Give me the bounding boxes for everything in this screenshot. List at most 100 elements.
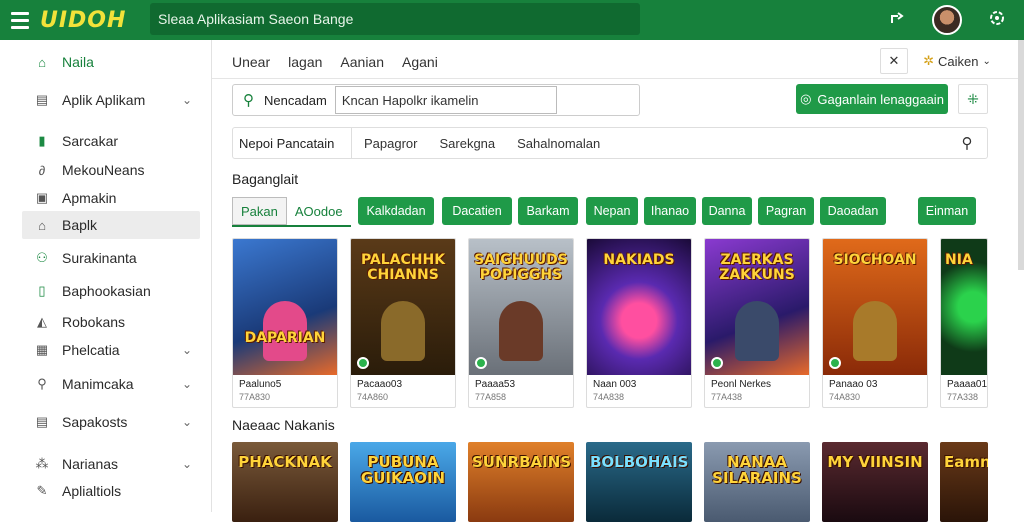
game-card[interactable]: PALACHHK CHIANNS Pacaao03 74A860 (350, 238, 456, 408)
app-logo[interactable]: UIDOH (40, 8, 140, 33)
sidebar-item-manimcaka[interactable]: ⚲ Manimcaka ⌄ (22, 370, 200, 398)
game-card[interactable]: Eamna (940, 442, 988, 522)
chip-barkam[interactable]: Barkam (518, 197, 578, 225)
main-content: Unear lagan Aanian Agani ✕ ✲ Caiken ⌄ ⚲ … (212, 40, 1024, 522)
game-cover: DAPARIAN (233, 239, 337, 375)
game-title: PHACKNAK (238, 453, 332, 471)
tab-agani[interactable]: Agani (402, 54, 438, 70)
segment-pakan[interactable]: Pakan (232, 197, 287, 225)
game-card[interactable]: NAKIADS Naan 003 74A838 (586, 238, 692, 408)
game-card[interactable]: PHACKNAK (232, 442, 338, 522)
sidebar-item-mekouneans[interactable]: ∂ MekouNeans (22, 156, 200, 184)
tab-lagan[interactable]: lagan (288, 54, 322, 70)
chip-daoadan[interactable]: Daoadan (820, 197, 886, 225)
box-icon: ▣ (35, 190, 49, 205)
game-name: Paaaa015 (947, 379, 988, 390)
character-figure (853, 301, 897, 361)
tab-unear[interactable]: Unear (232, 54, 270, 70)
game-cover: NIA (941, 239, 987, 375)
pin-icon[interactable]: ✕ (880, 48, 908, 74)
view-toggle-button[interactable]: ⁜ (958, 84, 988, 114)
game-icon: ⁂ (35, 456, 49, 471)
game-card[interactable]: SUNRBAINS (468, 442, 574, 522)
filter-option[interactable]: Papagror (364, 136, 417, 151)
sidebar-item-label: Sapakosts (62, 414, 128, 430)
user-menu-button[interactable]: ✲ Caiken ⌄ (916, 48, 998, 74)
chip-nepan[interactable]: Nepan (586, 197, 638, 225)
chevron-down-icon: ⌄ (982, 55, 991, 67)
document-icon: ▯ (38, 283, 46, 298)
sidebar-item-apps[interactable]: ▤ Aplik Aplikam ⌄ (22, 86, 200, 114)
chip-danna[interactable]: Danna (702, 197, 752, 225)
sidebar-item-robokans[interactable]: ◭ Robokans (22, 308, 200, 336)
user-label: Caiken (938, 53, 979, 69)
character-figure (735, 301, 779, 361)
game-name: Panaao 03 (829, 379, 878, 390)
game-title: MY VIINSIN (827, 453, 923, 471)
game-title: NAKIADS (603, 252, 675, 268)
sidebar-item-phelcatia[interactable]: ▦ Phelcatia ⌄ (22, 336, 200, 364)
sidebar-item-baphookasian[interactable]: ▯ Baphookasian (22, 277, 200, 305)
avatar[interactable] (932, 5, 962, 35)
game-meta: 74A860 (357, 392, 389, 402)
sidebar-item-narianas[interactable]: ⁂ Narianas ⌄ (22, 450, 200, 478)
grid-icon: ▦ (35, 342, 49, 357)
game-card[interactable]: MY VIINSIN (822, 442, 928, 522)
menu-icon[interactable] (0, 0, 40, 40)
game-title: PUBUNA GUIKAOIN (360, 453, 446, 487)
status-badge (711, 357, 723, 369)
sidebar-item-home[interactable]: ⌂ Naila (22, 48, 200, 76)
game-meta: 77A438 (711, 392, 743, 402)
chip-ihanao[interactable]: Ihanao (644, 197, 696, 225)
search-input[interactable]: ⚲ Nencadam Kncan Hapolkr ikamelin (232, 84, 640, 116)
scrollbar[interactable] (1018, 40, 1024, 270)
sidebar-item-sapakosts[interactable]: ▤ Sapakosts ⌄ (22, 408, 200, 436)
chip-kalkdadan[interactable]: Kalkdadan (358, 197, 434, 225)
game-card[interactable]: SAIGHUUDS POPIGGHS Paaaa53 77A858 (468, 238, 574, 408)
game-meta: 77A338 (947, 392, 979, 402)
game-card[interactable]: NANAA SILARAINS (704, 442, 810, 522)
segment-aoodoe[interactable]: AOodoe (287, 197, 351, 225)
game-card[interactable]: SIOCHOAN Panaao 03 74A830 (822, 238, 928, 408)
sidebar-item-label: Aplialtiols (62, 483, 122, 499)
sidebar-item-surakinanta[interactable]: ⚇ Surakinanta (22, 244, 200, 272)
home-icon: ⌂ (38, 217, 46, 233)
game-card[interactable]: PUBUNA GUIKAOIN (350, 442, 456, 522)
chevron-down-icon: ⌄ (181, 415, 192, 429)
game-name: Paaaa53 (475, 379, 516, 390)
sidebar-item-apmakin[interactable]: ▣ Apmakin (22, 184, 200, 212)
search-label: Nencadam (264, 92, 327, 108)
section-title: Baganglait (232, 171, 299, 187)
home-icon: ⌂ (38, 54, 46, 70)
primary-action-button[interactable]: ◎ Gaganlain lenaggaain (796, 84, 948, 114)
search-icon[interactable]: ⚲ (947, 134, 987, 152)
sidebar-item-label: Baphookasian (62, 283, 151, 299)
sidebar-item-label: Aplik Aplikam (62, 92, 146, 108)
top-search-field[interactable]: Sleaa Aplikasiam Saeon Bange (150, 3, 640, 35)
filter-option[interactable]: Sarekgna (439, 136, 495, 151)
game-name: Pacaao03 (357, 379, 403, 390)
filter-label: Nepoi Pancatain (239, 135, 335, 151)
sidebar-item-baplk[interactable]: ⌂ Baplk (22, 211, 200, 239)
filter-bar: Nepoi Pancatain Papagror Sarekgna Sahaln… (232, 127, 988, 159)
sidebar-item-aplialtiols[interactable]: ✎ Aplialtiols (22, 477, 200, 505)
chevron-down-icon: ⌄ (181, 93, 192, 107)
tab-aanian[interactable]: Aanian (340, 54, 384, 70)
filter-option[interactable]: Sahalnomalan (517, 136, 600, 151)
chart-icon: ◭ (37, 314, 47, 329)
share-icon[interactable] (884, 10, 910, 31)
chip-dacatien[interactable]: Dacatien (442, 197, 512, 225)
settings-icon[interactable] (984, 9, 1010, 32)
chip-einman[interactable]: Einman (918, 197, 976, 225)
sidebar-item-sarcakar[interactable]: ▮ Sarcakar (22, 127, 200, 155)
game-card[interactable]: ZAERKAS ZAKKUNS Peonl Nerkes 77A438 (704, 238, 810, 408)
game-card[interactable]: DAPARIAN Paaluno5 77A830 (232, 238, 338, 408)
sidebar-item-label: MekouNeans (62, 162, 145, 178)
game-card[interactable]: NIA Paaaa015 77A338 (940, 238, 988, 408)
chip-pagran[interactable]: Pagran (758, 197, 814, 225)
game-card[interactable]: BOLBOHAIS (586, 442, 692, 522)
game-title: DAPARIAN (244, 330, 326, 346)
sidebar-item-label: Robokans (62, 314, 126, 330)
filter-field[interactable]: Papagror Sarekgna Sahalnomalan (351, 127, 947, 159)
search-value[interactable]: Kncan Hapolkr ikamelin (334, 86, 557, 114)
